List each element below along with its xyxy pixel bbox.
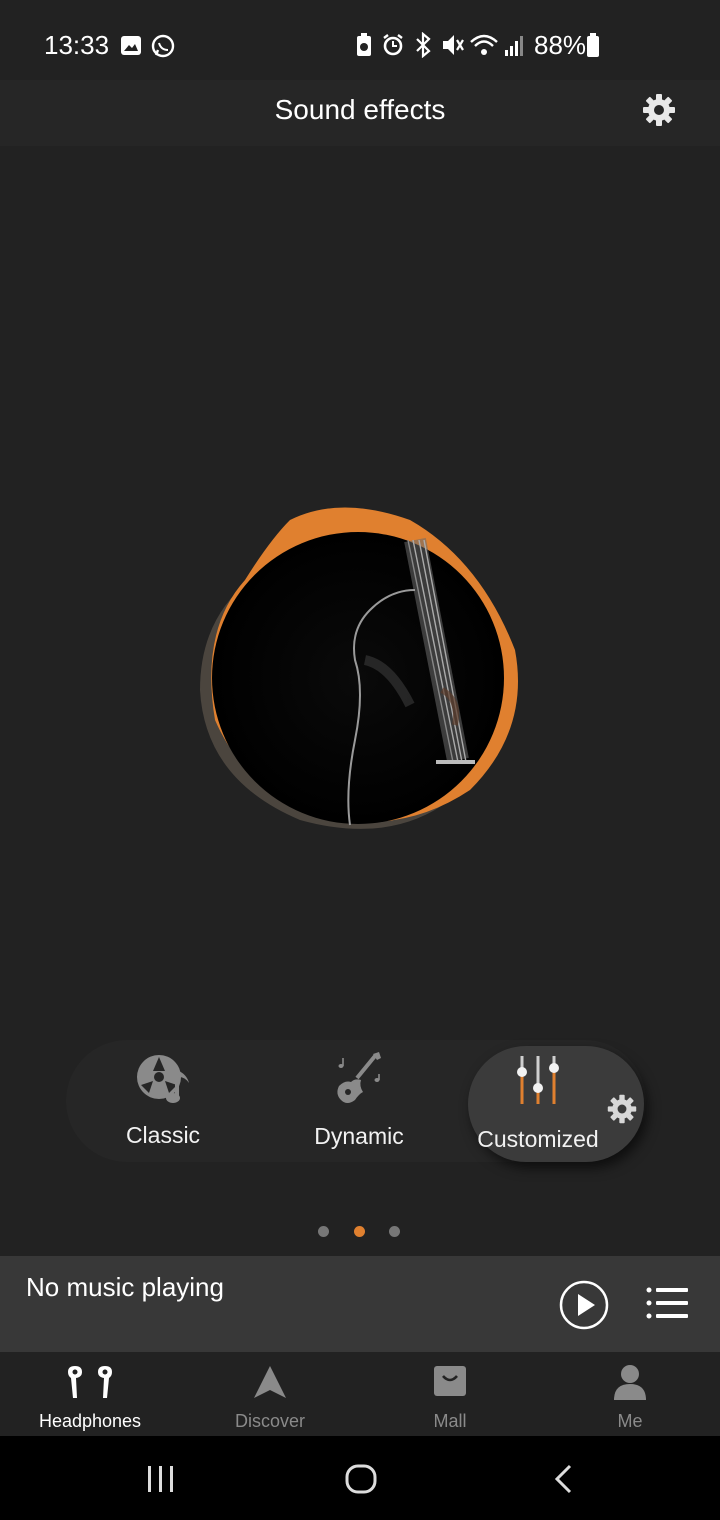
- page-dot-1[interactable]: [318, 1226, 329, 1237]
- shopping-bag-icon: [434, 1366, 466, 1396]
- discover-icon: [254, 1366, 286, 1398]
- nav-me-label: Me: [617, 1411, 643, 1431]
- status-time: 13:33: [44, 30, 110, 60]
- profile-icon: [614, 1365, 646, 1400]
- electric-guitar-icon: [337, 1052, 381, 1103]
- status-notification-icons: [121, 34, 175, 58]
- mini-player[interactable]: [0, 1256, 720, 1352]
- now-playing-text: No music playing: [26, 1272, 224, 1302]
- nav-discover-label: Discover: [234, 1411, 305, 1431]
- gear-icon[interactable]: [641, 92, 677, 128]
- gallery-icon: [121, 36, 141, 55]
- status-system-icons: [357, 32, 523, 58]
- alarm-icon: [383, 34, 403, 56]
- signal-icon: [505, 36, 523, 56]
- nav-headphones-label: Headphones: [38, 1411, 142, 1431]
- back-icon[interactable]: [552, 1464, 576, 1494]
- effect-customized-label: Customized: [477, 1126, 599, 1152]
- page-title: Sound effects: [274, 94, 446, 125]
- customize-settings-gear-icon[interactable]: [606, 1093, 638, 1125]
- nav-headphones[interactable]: Headphones: [0, 1352, 180, 1436]
- nav-mall-label: Mall: [433, 1411, 467, 1431]
- effect-customized[interactable]: Customized: [468, 1046, 644, 1162]
- effect-dynamic[interactable]: Dynamic: [296, 1050, 422, 1160]
- nav-mall[interactable]: Mall: [360, 1352, 540, 1436]
- vinyl-music-icon: [137, 1055, 189, 1103]
- equalizer-sliders-icon: [517, 1056, 559, 1104]
- effect-dynamic-label: Dynamic: [314, 1123, 404, 1149]
- nav-me[interactable]: Me: [540, 1352, 720, 1436]
- effect-classic[interactable]: Classic: [100, 1050, 226, 1160]
- nav-discover[interactable]: Discover: [180, 1352, 360, 1436]
- bluetooth-icon: [416, 32, 431, 58]
- playlist-icon[interactable]: [646, 1286, 688, 1322]
- page-dot-3[interactable]: [389, 1226, 400, 1237]
- whatsapp-icon: [151, 34, 175, 58]
- play-icon[interactable]: [558, 1279, 610, 1331]
- battery-percent: 88%: [534, 30, 587, 60]
- battery-saver-icon: [357, 33, 371, 56]
- mute-icon: [443, 35, 464, 55]
- effect-classic-label: Classic: [125, 1122, 201, 1148]
- wifi-icon: [470, 34, 498, 55]
- page-dot-2-active[interactable]: [354, 1226, 365, 1237]
- recent-apps-icon[interactable]: [146, 1464, 176, 1494]
- battery-icon: [587, 33, 599, 57]
- earbuds-icon: [68, 1366, 112, 1398]
- home-icon[interactable]: [344, 1462, 378, 1496]
- sound-visualizer: [200, 507, 518, 829]
